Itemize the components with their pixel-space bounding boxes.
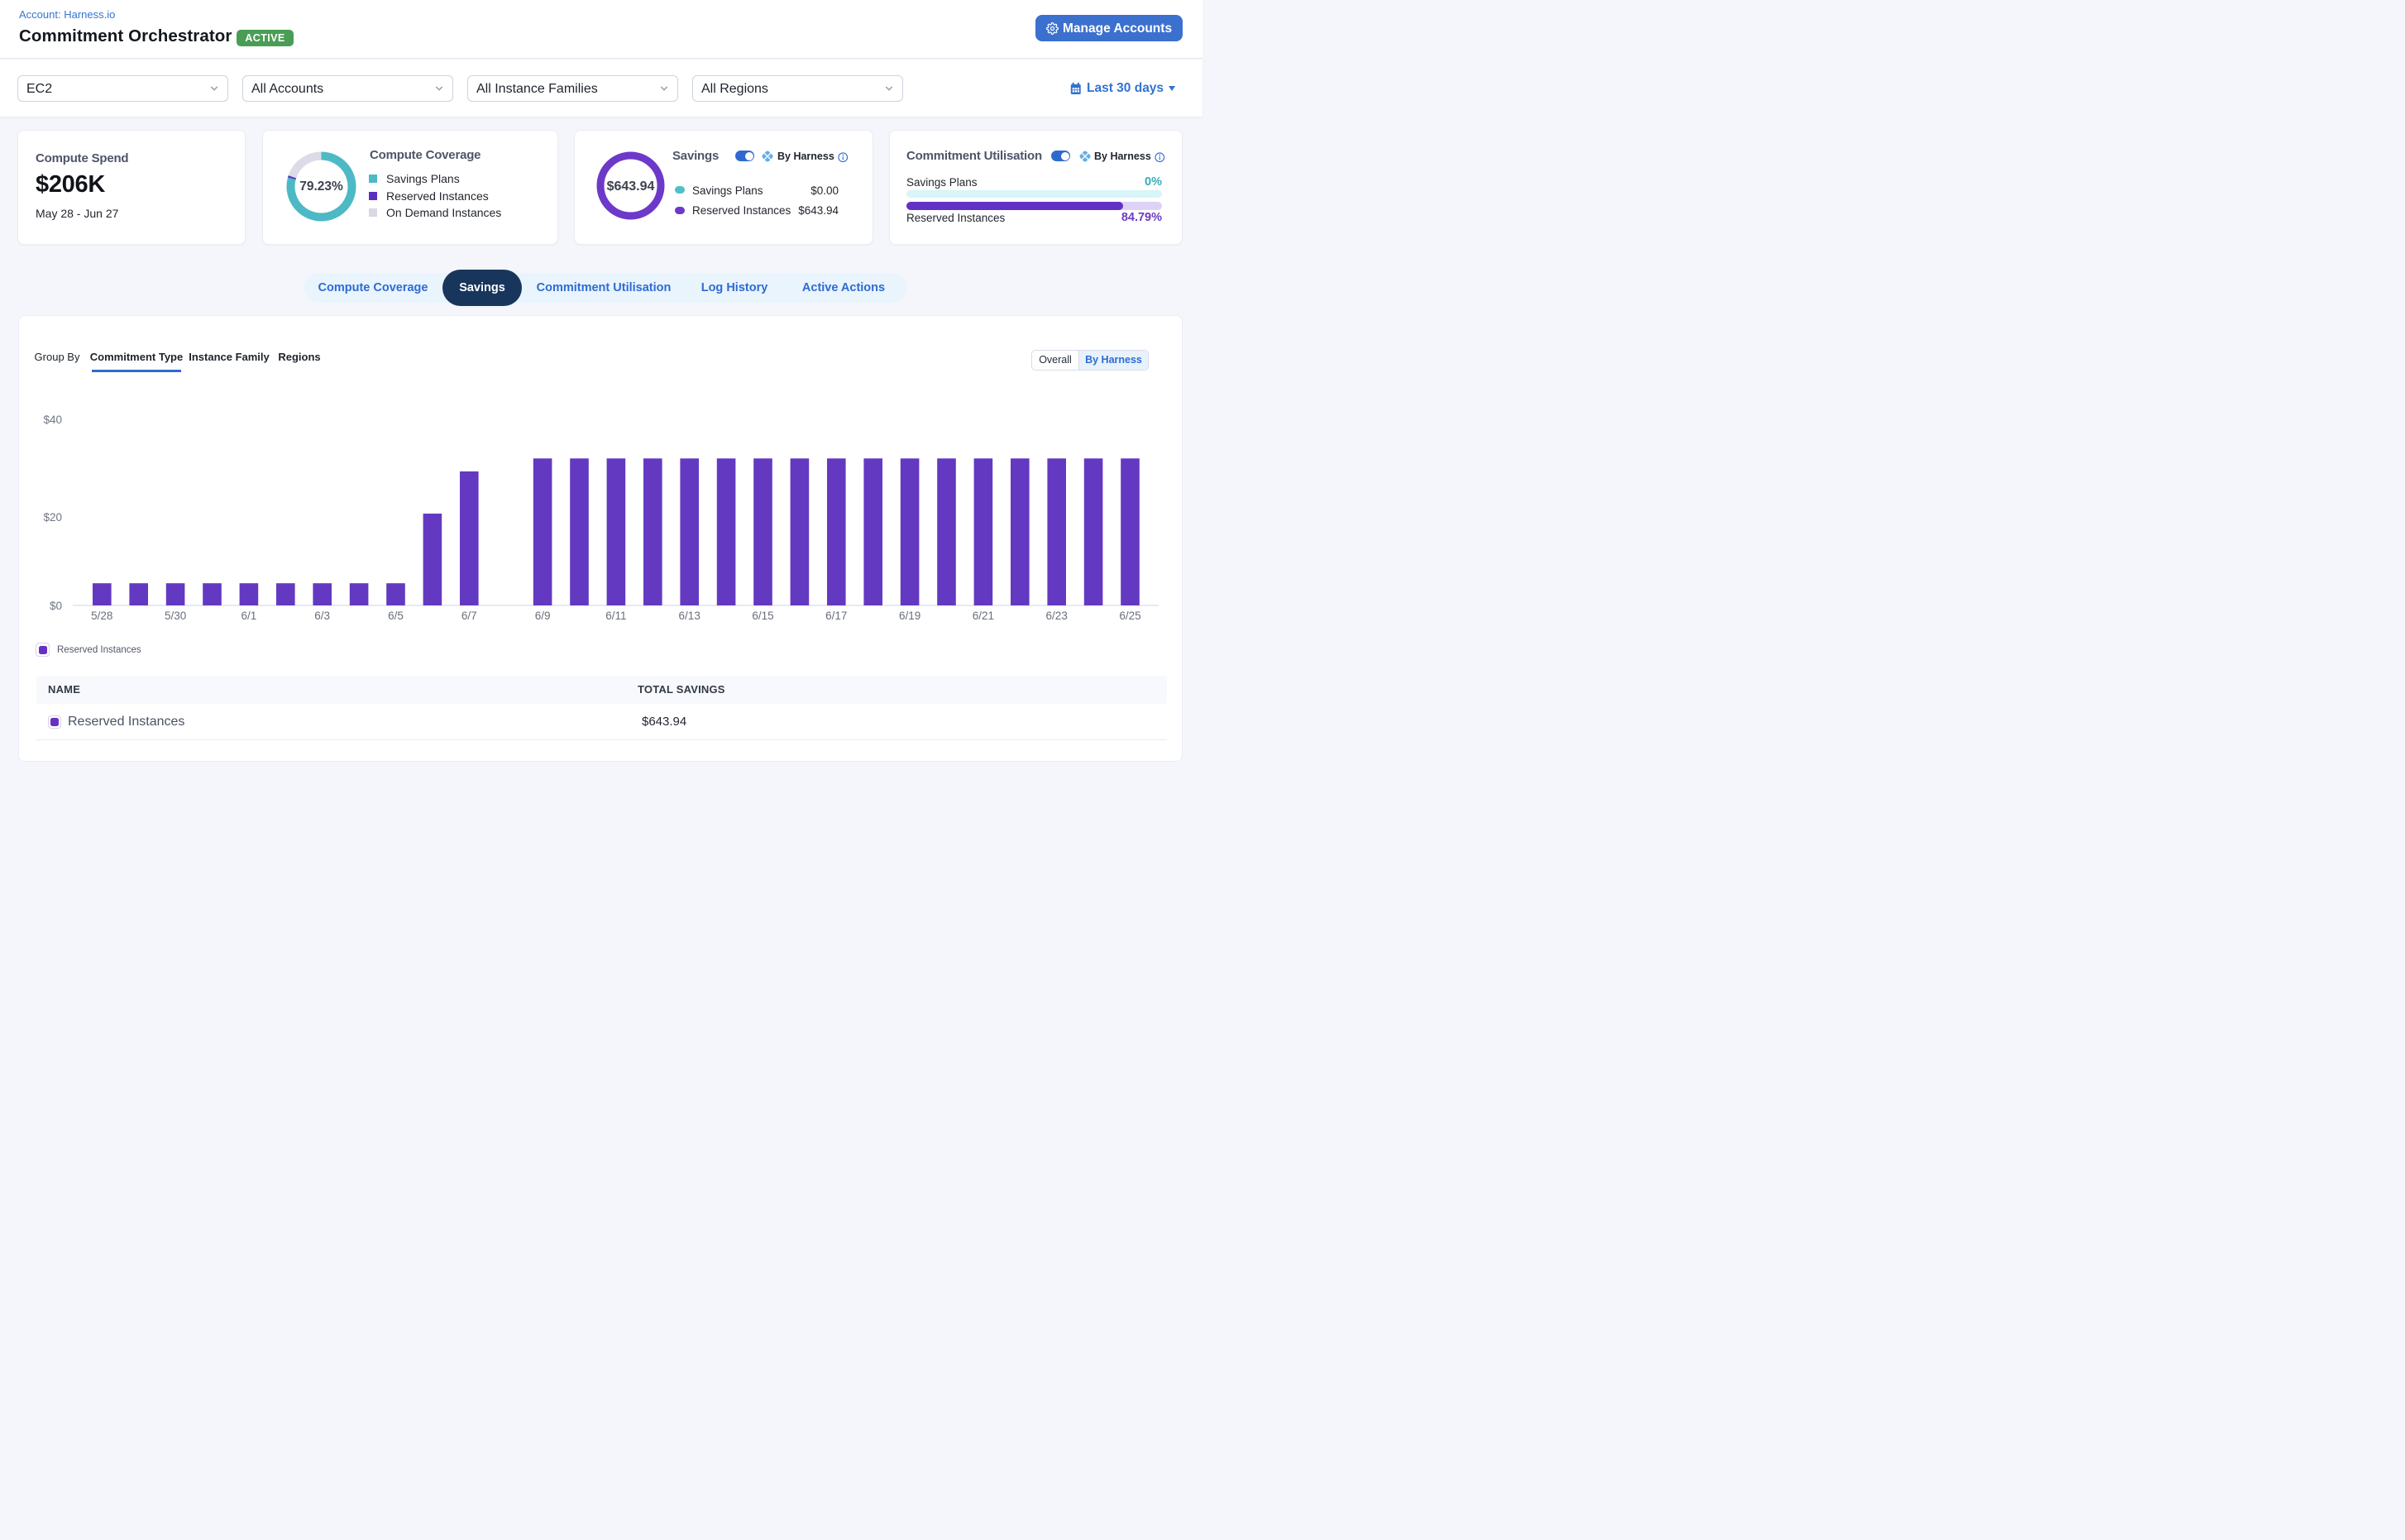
svg-text:$40: $40 xyxy=(43,414,62,426)
svg-text:6/1: 6/1 xyxy=(241,610,257,622)
svg-text:$0: $0 xyxy=(50,600,62,612)
svg-text:6/21: 6/21 xyxy=(973,610,994,622)
svg-text:6/25: 6/25 xyxy=(1119,610,1140,622)
svg-text:6/13: 6/13 xyxy=(679,610,700,622)
svg-text:6/7: 6/7 xyxy=(461,610,477,622)
svg-text:6/5: 6/5 xyxy=(388,610,404,622)
svg-text:6/23: 6/23 xyxy=(1046,610,1068,622)
svg-text:6/9: 6/9 xyxy=(535,610,551,622)
svg-text:6/19: 6/19 xyxy=(899,610,920,622)
svg-text:5/30: 5/30 xyxy=(165,610,186,622)
svg-text:6/3: 6/3 xyxy=(314,610,330,622)
svg-text:5/28: 5/28 xyxy=(91,610,112,622)
svg-text:$20: $20 xyxy=(43,511,62,524)
svg-text:6/15: 6/15 xyxy=(752,610,773,622)
svg-text:6/17: 6/17 xyxy=(825,610,847,622)
svg-text:6/11: 6/11 xyxy=(605,610,626,622)
